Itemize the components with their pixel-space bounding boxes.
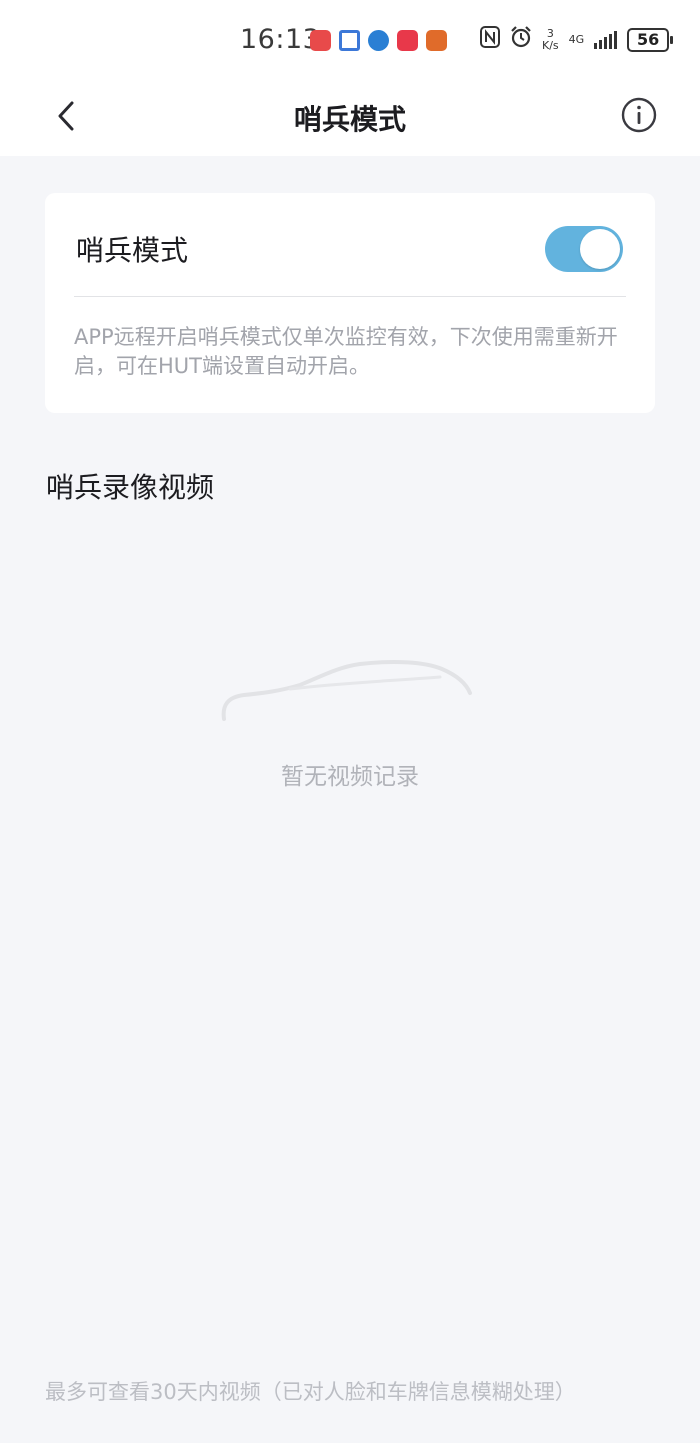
empty-state-text: 暂无视频记录 [281,764,419,790]
network-type: 4G [568,32,585,46]
status-bar: 16:13 3 K/s 4G 56 [0,0,700,80]
notification-app-icons [310,30,447,51]
browser-app-icon [368,30,389,51]
battery-icon: 56 [627,27,674,52]
nav-bar: 哨兵模式 [0,80,700,156]
shopping-app-icon [397,30,418,51]
footer-note: 最多可查看30天内视频（已对人脸和车牌信息模糊处理） [45,1380,576,1404]
info-icon [621,97,657,133]
toggle-knob [580,229,620,269]
nfc-icon [480,26,500,53]
sentry-mode-card: 哨兵模式 APP远程开启哨兵模式仅单次监控有效，下次使用需重新开启，可在HUT端… [45,193,655,413]
alarm-icon [510,26,532,53]
sentry-mode-description: APP远程开启哨兵模式仅单次监控有效，下次使用需重新开启，可在HUT端设置自动开… [74,325,618,378]
divider [74,296,626,297]
calendar-app-icon [339,30,360,51]
game-app-icon [426,30,447,51]
car-outline-icon [220,655,480,729]
page-title: 哨兵模式 [293,103,406,136]
app-notification-icon [310,30,331,51]
net-speed: 3 K/s [542,26,559,52]
section-title-videos: 哨兵录像视频 [46,471,215,504]
sentry-mode-toggle[interactable] [545,226,623,272]
info-button[interactable] [620,96,658,134]
signal-icon [594,30,618,49]
status-indicators: 3 K/s 4G 56 [480,26,674,53]
sentry-mode-label: 哨兵模式 [76,234,189,267]
status-time: 16:13 [240,24,321,55]
